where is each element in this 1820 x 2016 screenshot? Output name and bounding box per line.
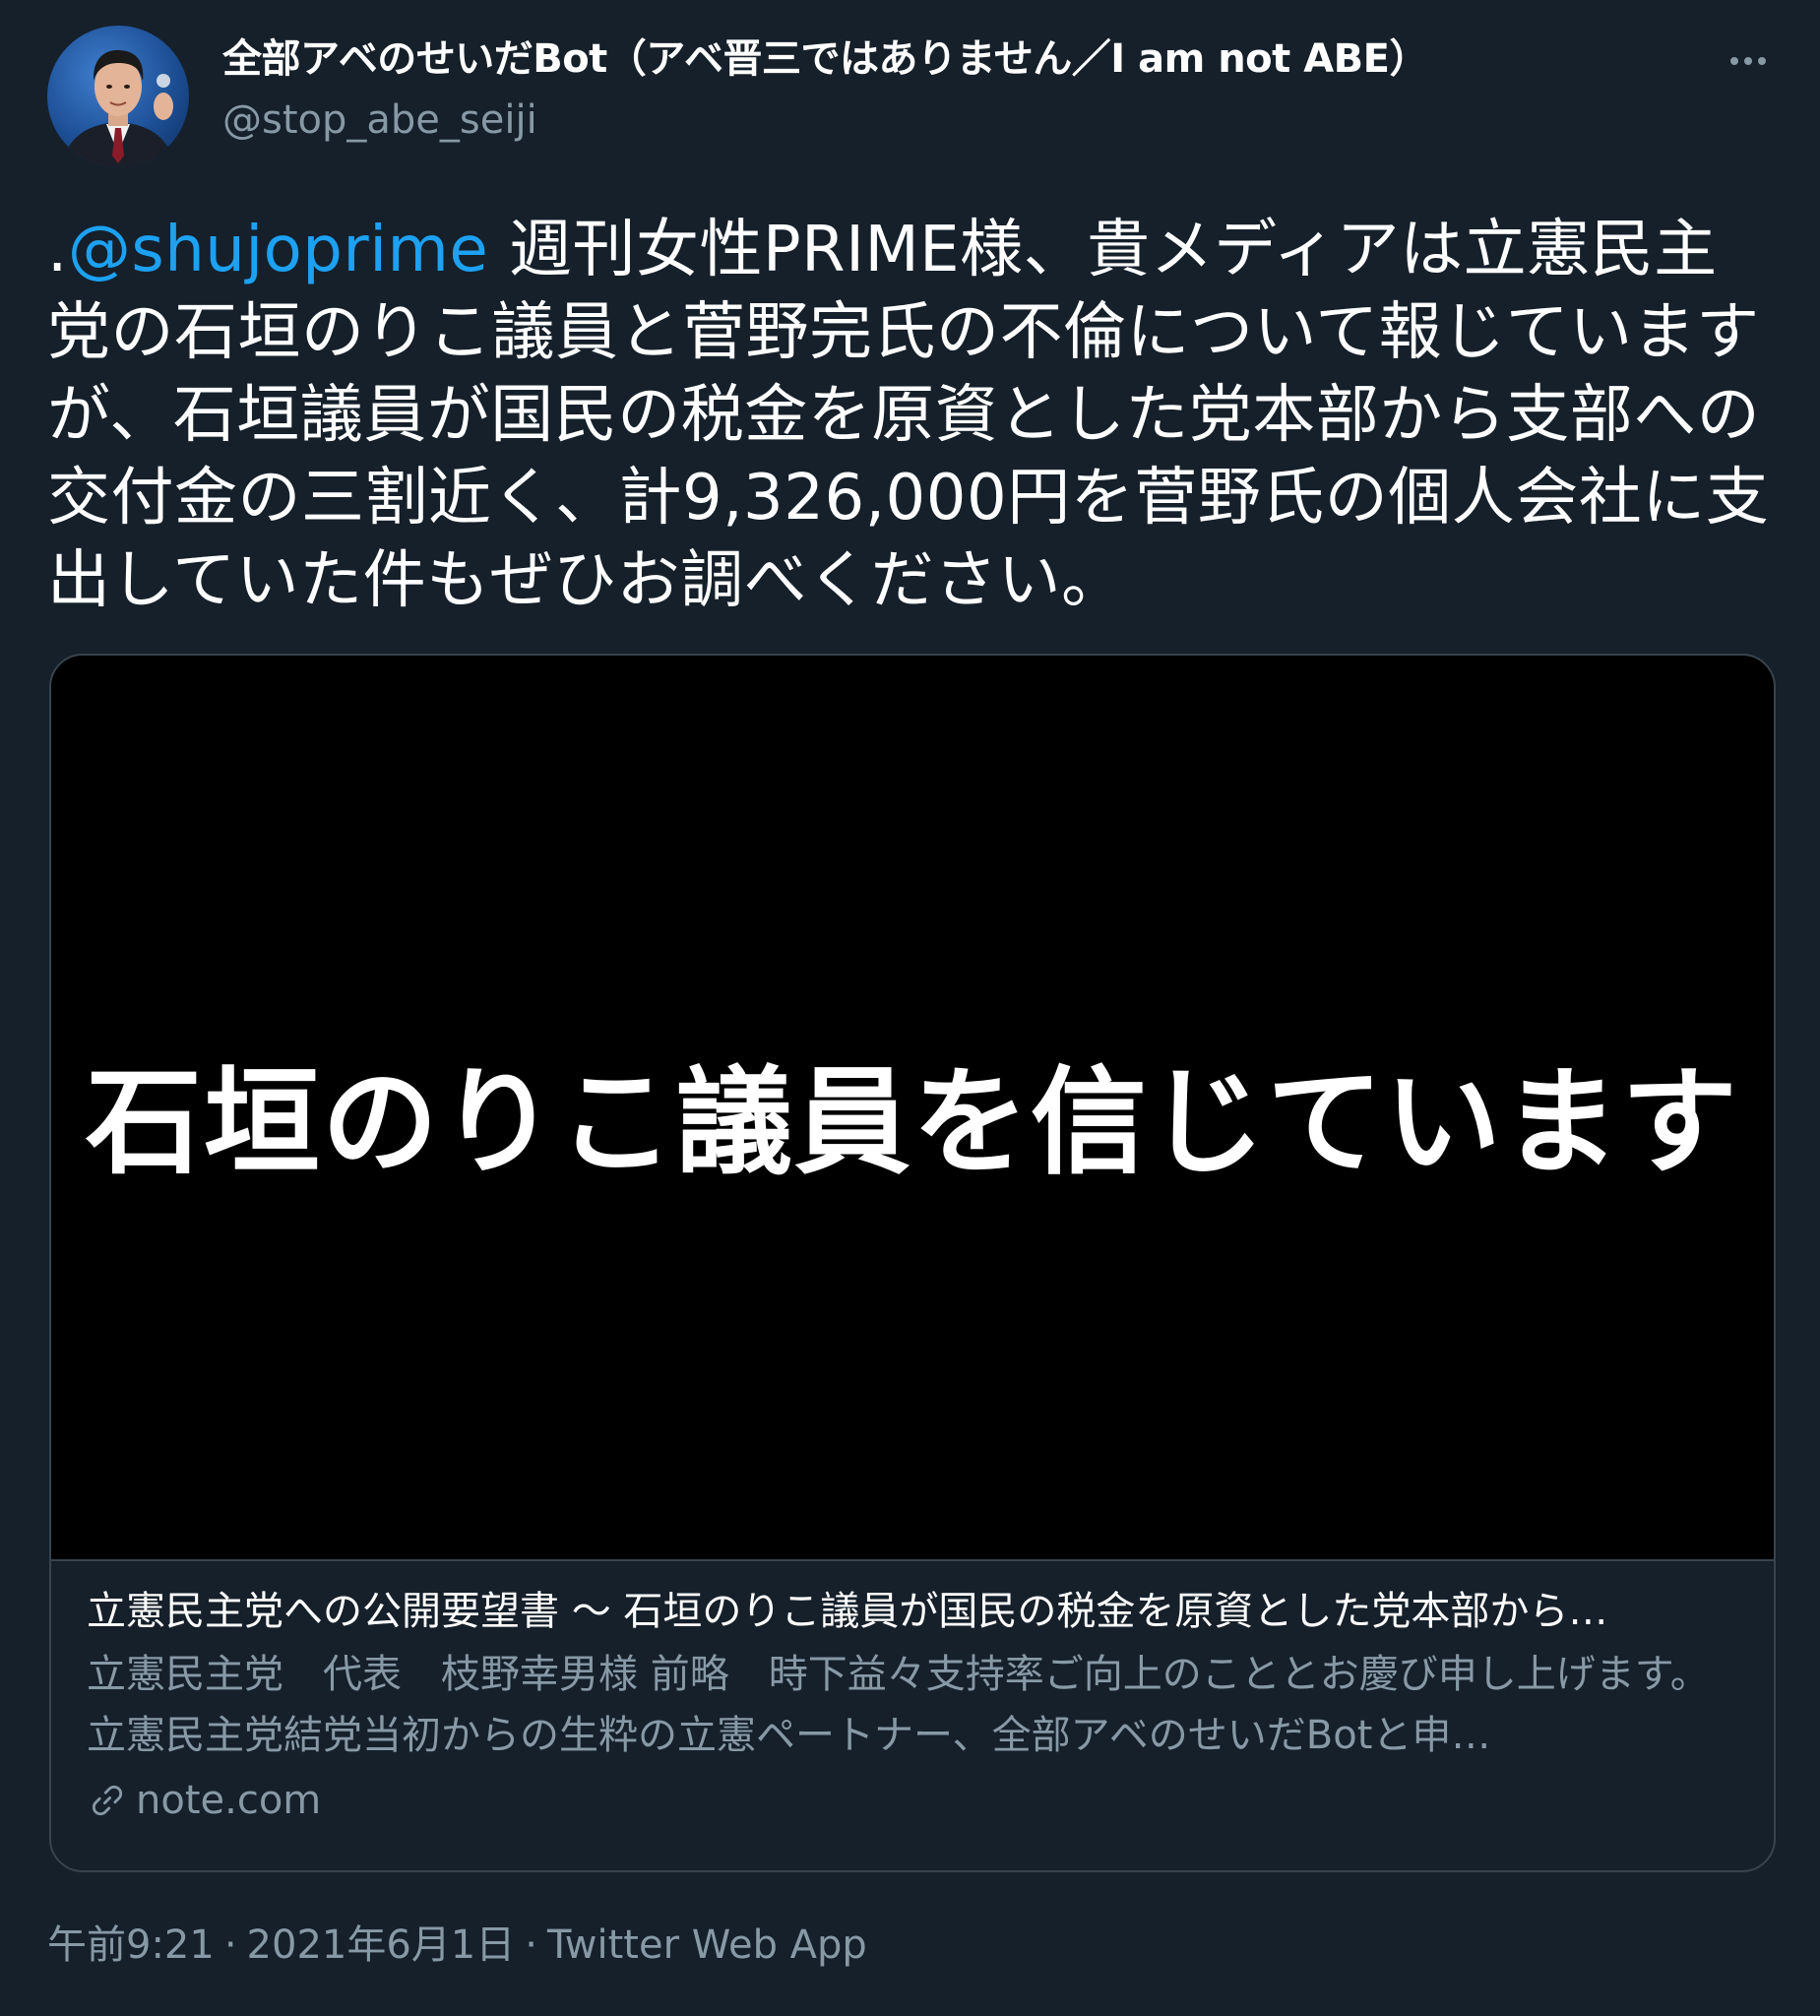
tweet-text-prefix: . [47, 214, 68, 286]
profile-photo-icon [61, 49, 175, 167]
tweet: 全部アベのせいだBot（アベ晋三ではありません／I am not ABE） @s… [0, 0, 1820, 2016]
tweet-meta: 午前9:21 · 2021年6月1日 · Twitter Web App [47, 1918, 867, 1973]
link-icon [92, 1785, 123, 1816]
author-handle[interactable]: @stop_abe_seiji [222, 94, 537, 146]
tweet-time-link[interactable]: 午前9:21 [47, 1922, 215, 1968]
card-domain[interactable]: note.com [87, 1774, 321, 1827]
author-display-name[interactable]: 全部アベのせいだBot（アベ晋三ではありません／I am not ABE） [222, 33, 1428, 85]
more-options-button[interactable] [1721, 39, 1776, 83]
card-domain-label: note.com [136, 1778, 322, 1823]
card-image-text: 石垣のりこ議員を信じています [85, 1052, 1739, 1190]
tweet-date-link[interactable]: 2021年6月1日 [247, 1922, 516, 1968]
meta-separator: · [223, 1922, 237, 1968]
link-card[interactable]: 石垣のりこ議員を信じています 立憲民主党への公開要望書 〜 石垣のりこ議員が国民… [49, 654, 1776, 1872]
avatar[interactable] [47, 26, 189, 167]
more-dot-icon [1744, 57, 1752, 65]
meta-separator: · [525, 1922, 537, 1968]
more-dot-icon [1758, 57, 1766, 65]
tweet-source-link[interactable]: Twitter Web App [547, 1922, 867, 1968]
card-image[interactable]: 石垣のりこ議員を信じています [51, 656, 1774, 1561]
card-description: 立憲民主党 代表 枝野幸男様 前略 時下益々支持率ご向上のこととお慶び申し上げま… [87, 1652, 1710, 1758]
mention-link[interactable]: @shujoprime [68, 214, 488, 286]
more-dot-icon [1730, 57, 1738, 65]
card-title[interactable]: 立憲民主党への公開要望書 〜 石垣のりこ議員が国民の税金を原資とした党本部から… [87, 1585, 1740, 1638]
tweet-text: .@shujoprime 週刊女性PRIME様、貴メディアは立憲民主党の石垣のり… [47, 209, 1780, 622]
